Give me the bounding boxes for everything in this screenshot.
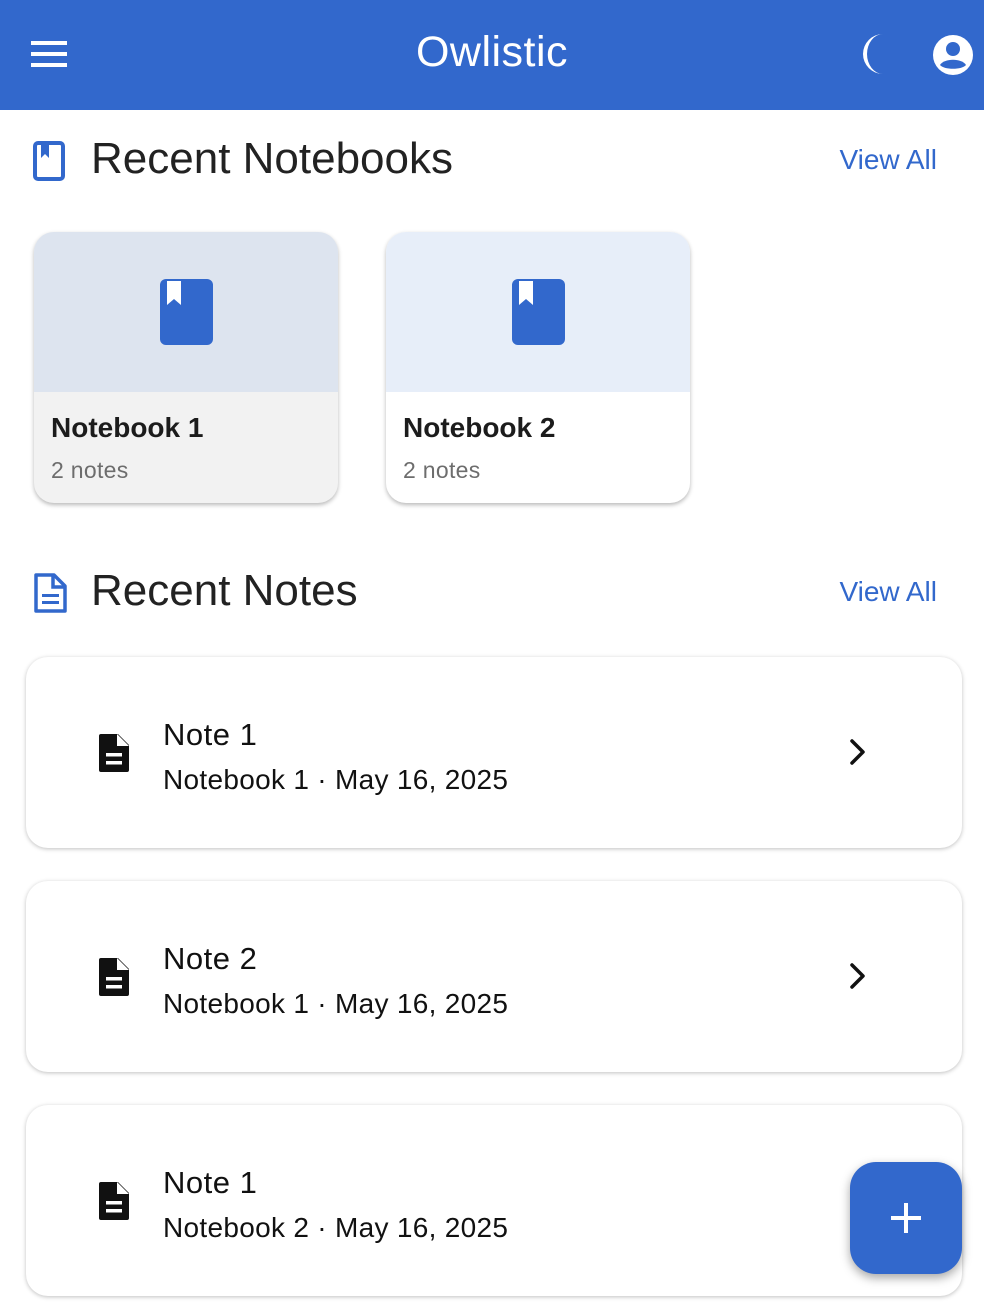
book-icon	[159, 278, 214, 346]
recent-notes-header: Recent Notes View All	[32, 564, 952, 620]
note-title: Note 2	[163, 941, 258, 976]
section-title: Recent Notes	[91, 566, 358, 615]
note-list-item[interactable]: Note 2 Notebook 1 · May 16, 2025	[26, 881, 962, 1072]
note-meta: Notebook 2 · May 16, 2025	[163, 1212, 509, 1243]
note-list-item[interactable]: Note 1 Notebook 1 · May 16, 2025	[26, 657, 962, 848]
note-list-item[interactable]: Note 1 Notebook 2 · May 16, 2025	[26, 1105, 962, 1296]
chevron-right-icon	[846, 961, 870, 991]
document-outline-icon	[32, 572, 70, 614]
app-bar: Owlistic	[0, 0, 984, 110]
recent-notebooks-header: Recent Notebooks View All	[32, 132, 952, 188]
chevron-right-icon	[846, 737, 870, 767]
document-icon	[96, 732, 132, 774]
moon-icon[interactable]	[852, 30, 900, 78]
notebook-card[interactable]: Notebook 1 2 notes	[34, 232, 338, 503]
app-title: Owlistic	[415, 28, 569, 76]
plus-icon	[891, 1203, 921, 1233]
note-title: Note 1	[163, 717, 258, 752]
document-icon	[96, 956, 132, 998]
book-icon	[511, 278, 566, 346]
notebook-name: Notebook 1	[51, 412, 204, 443]
notebook-note-count: 2 notes	[403, 457, 481, 483]
view-all-notebooks-link[interactable]: View All	[839, 144, 937, 176]
add-button[interactable]	[850, 1162, 962, 1274]
document-icon	[96, 1180, 132, 1222]
account-circle-icon[interactable]	[930, 32, 976, 78]
notebook-card[interactable]: Notebook 2 2 notes	[386, 232, 690, 503]
notebook-card-banner	[386, 232, 690, 392]
notebook-name: Notebook 2	[403, 412, 556, 443]
section-title: Recent Notebooks	[91, 134, 453, 183]
note-meta: Notebook 1 · May 16, 2025	[163, 764, 509, 795]
view-all-notes-link[interactable]: View All	[839, 576, 937, 608]
bookmark-book-icon	[32, 140, 70, 182]
notebook-card-banner	[34, 232, 338, 392]
note-title: Note 1	[163, 1165, 258, 1200]
notebook-note-count: 2 notes	[51, 457, 129, 483]
note-meta: Notebook 1 · May 16, 2025	[163, 988, 509, 1019]
